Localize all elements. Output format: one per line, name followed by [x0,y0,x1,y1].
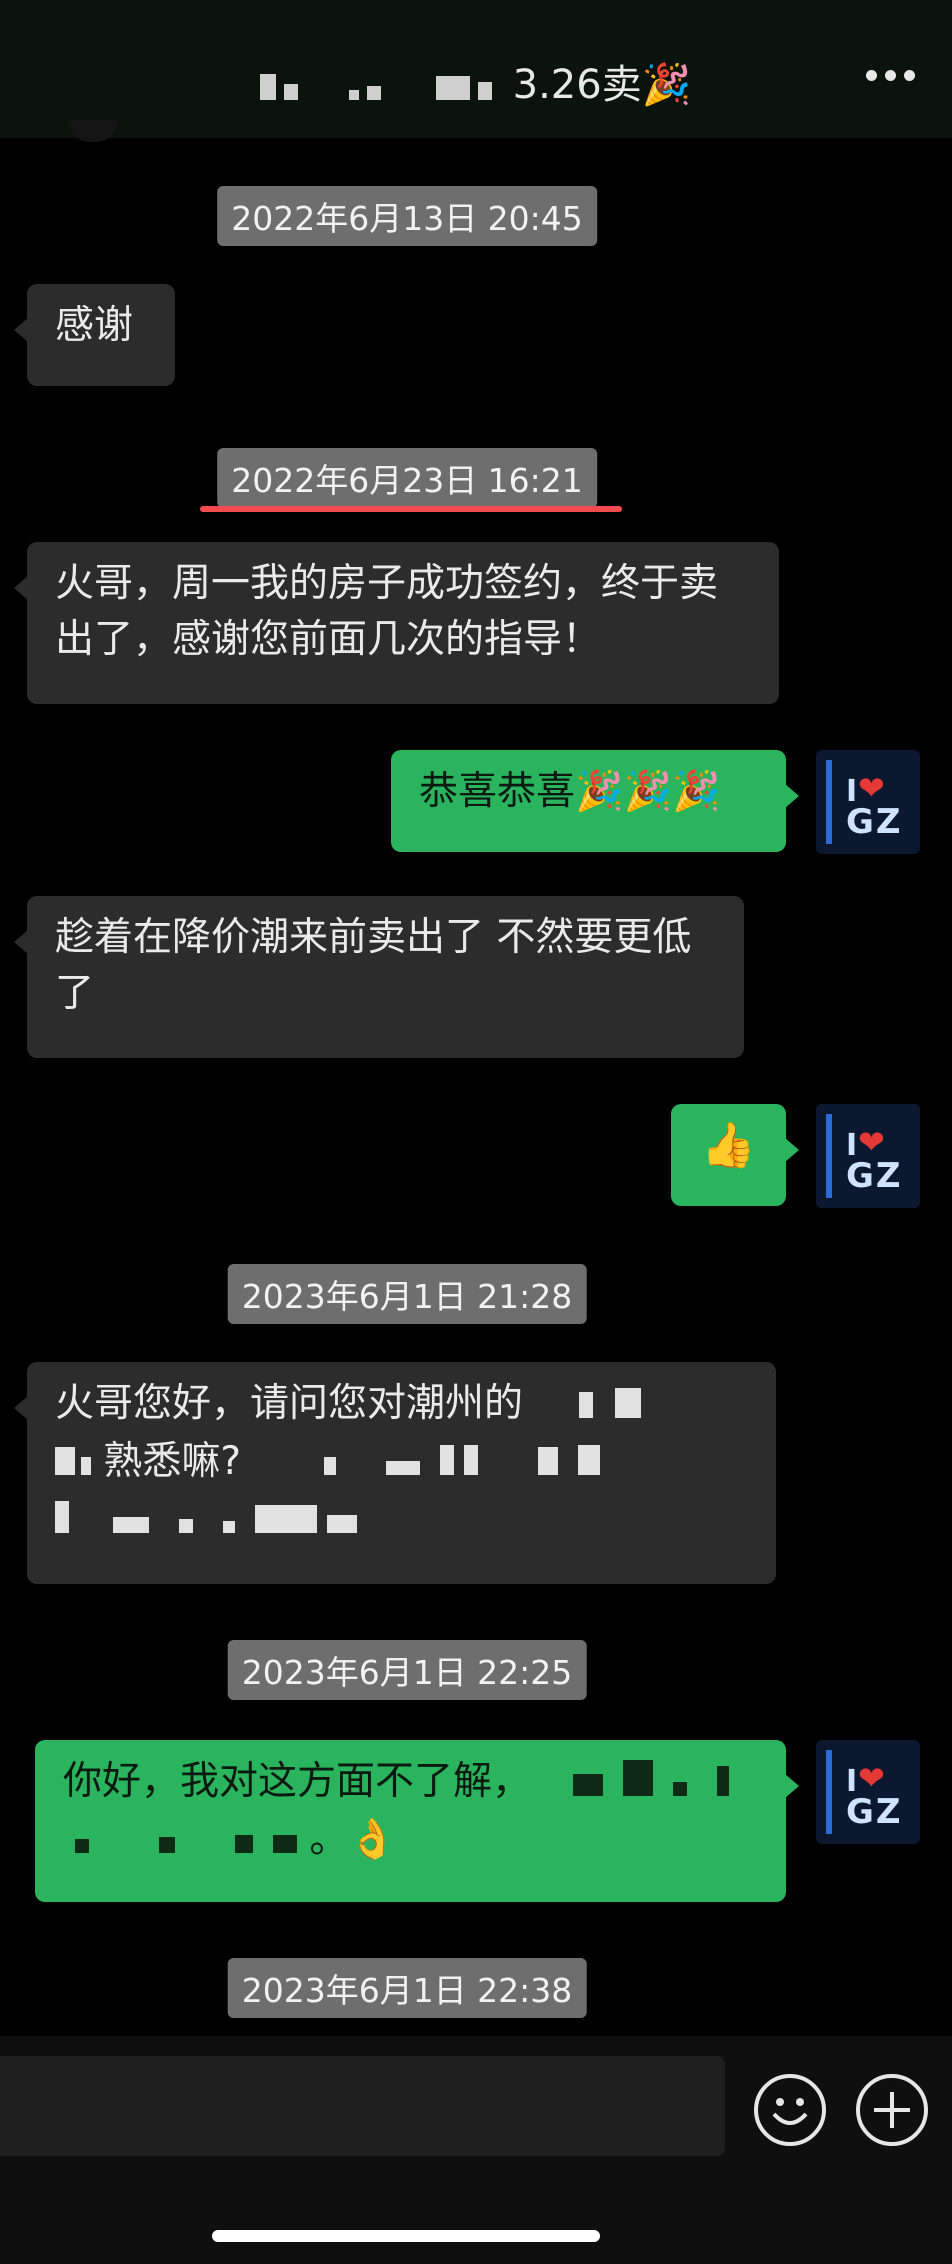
chat-title-text: 3.26卖 [512,62,642,108]
chat-title[interactable]: 3.26卖🎉 [0,52,952,110]
redacted-text [254,1435,600,1491]
redacted-text [63,1813,297,1869]
timestamp: 2023年6月1日 22:25 [227,1640,587,1700]
redacted-text [535,1378,642,1434]
plus-icon[interactable] [856,2074,928,2146]
message-text: 你好，我对这方面不了解， [63,1759,532,1804]
chat-header: 3.26卖🎉 [0,0,952,138]
home-indicator [212,2230,600,2242]
message-text: 火哥，周一我的房子成功签约，终于卖出了，感谢您前面几次的指导！ [55,561,719,662]
timestamp: 2022年6月23日 16:21 [217,448,597,508]
message-text: 火哥您好，请问您对潮州的 [55,1381,524,1426]
highlight-underline [200,506,622,512]
user-avatar[interactable]: I ❤ GZ [816,1740,920,1844]
partial-avatar [68,120,118,142]
outgoing-message[interactable]: 你好，我对这方面不了解， 。👌 [35,1740,799,1902]
redacted-text [55,1493,357,1549]
timestamp: 2023年6月1日 21:28 [227,1264,587,1324]
message-text: 趁着在降价潮来前卖出了 不然要更低了 [55,915,692,1016]
timestamp: 2022年6月13日 20:45 [217,186,597,246]
redacted-name [260,64,499,110]
user-avatar[interactable]: I ❤ GZ [816,750,920,854]
message-input[interactable] [0,2056,725,2156]
incoming-message[interactable]: 火哥，周一我的房子成功签约，终于卖出了，感谢您前面几次的指导！ [14,542,779,704]
thumbs-up-icon: 👍 [701,1120,756,1171]
redacted-text [543,1756,730,1812]
emoji-icon[interactable] [754,2074,826,2146]
incoming-message[interactable]: 火哥您好，请问您对潮州的 熟悉嘛? [14,1362,776,1584]
timestamp: 2023年6月1日 22:38 [227,1958,587,2018]
user-avatar[interactable]: I ❤ GZ [816,1104,920,1208]
message-text: 。👌 [309,1816,397,1862]
incoming-message[interactable]: 感谢 [14,284,175,386]
message-text: 恭喜恭喜🎉🎉🎉 [419,769,721,814]
message-text: 熟悉嘛? [103,1438,242,1484]
outgoing-message[interactable]: 👍 [671,1104,799,1206]
more-menu-icon[interactable] [866,70,916,82]
message-text: 感谢 [55,303,134,348]
party-icon: 🎉 [641,62,692,108]
incoming-message[interactable]: 趁着在降价潮来前卖出了 不然要更低了 [14,896,744,1058]
outgoing-message[interactable]: 恭喜恭喜🎉🎉🎉 [391,750,799,852]
redacted-text [55,1435,91,1491]
